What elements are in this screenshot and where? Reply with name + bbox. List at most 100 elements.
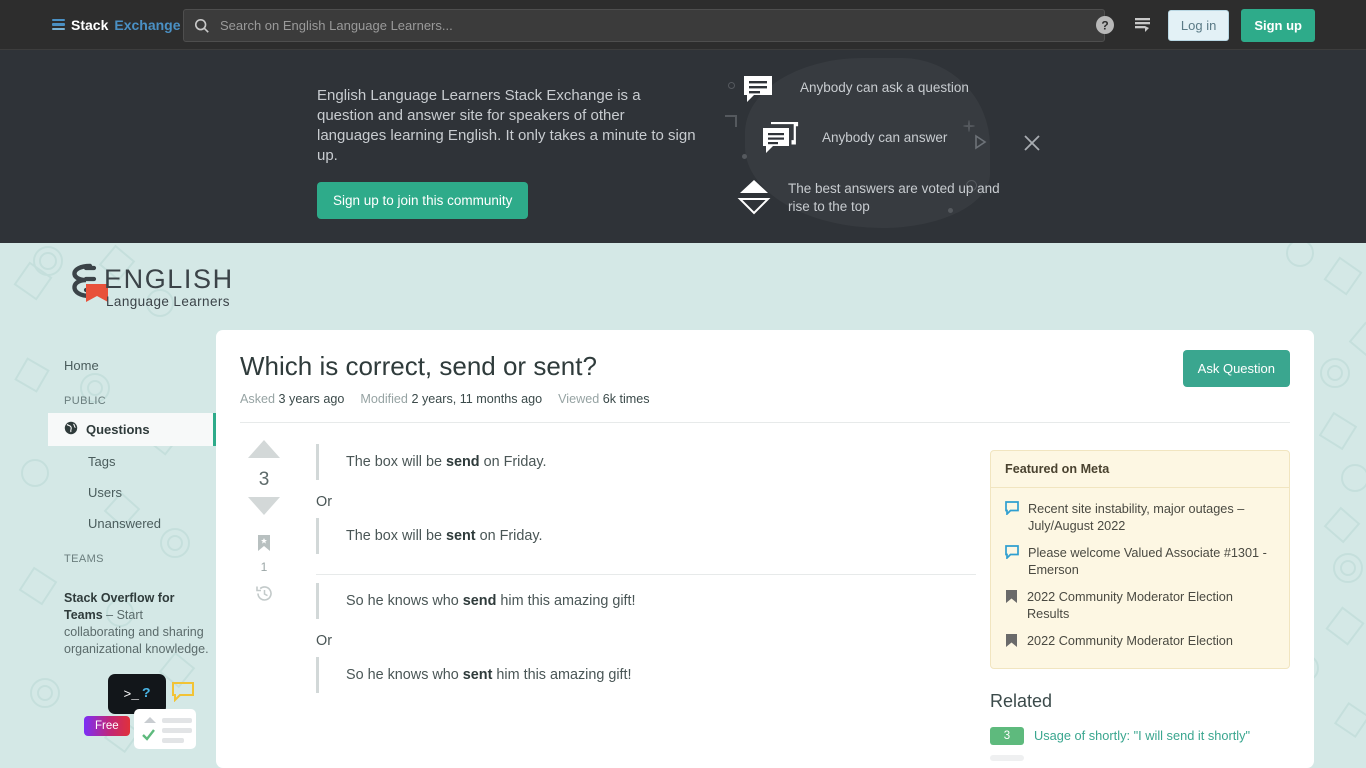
status-badge: 3 [990, 727, 1024, 745]
site-logo[interactable]: ENGLISH Language Learners [56, 258, 232, 320]
sidebar-item-users-label: Users [88, 485, 122, 500]
featured-on-meta-header: Featured on Meta [991, 451, 1289, 488]
terminal-question-glyph: ? [142, 686, 151, 702]
hero-bullet-answer: Anybody can answer [760, 120, 1040, 158]
quote4-bold: sent [462, 667, 493, 683]
meta-modified-label: Modified [360, 392, 408, 406]
body-divider [316, 574, 976, 575]
top-navigation-bar: Stack Exchange ? Log in Sign up [0, 0, 1366, 50]
vote-column: 3 1 [234, 436, 294, 697]
question-meta: Asked 3 years ago Modified 2 years, 11 m… [240, 392, 650, 406]
hero-bullet-ask: Anybody can ask a question [740, 72, 1040, 106]
list-item[interactable] [990, 750, 1290, 766]
upvote-arrow-icon[interactable] [247, 438, 281, 465]
list-item[interactable]: 2022 Community Moderator Election [991, 628, 1289, 658]
logo-exchange-text: Exchange [114, 16, 181, 33]
meta-asked: Asked 3 years ago [240, 392, 344, 406]
sidebar-item-home-label: Home [64, 358, 99, 373]
list-item[interactable]: 2022 Community Moderator Election Result… [991, 584, 1289, 628]
terminal-prompt-glyph: >_ [123, 686, 140, 702]
teams-promo[interactable]: Stack Overflow for Teams – Start collabo… [48, 590, 216, 749]
quote1-pre: The box will be [346, 454, 446, 470]
downvote-arrow-icon[interactable] [247, 495, 281, 522]
list-item[interactable]: Recent site instability, major outages –… [991, 496, 1289, 540]
speech-bubble-outline-icon [1005, 501, 1019, 520]
list-item[interactable]: Please welcome Valued Associate #1301 - … [991, 540, 1289, 584]
free-badge: Free [84, 716, 130, 736]
status-badge [990, 755, 1024, 761]
quote3-post: him this amazing gift! [496, 593, 636, 609]
svg-text:Language Learners: Language Learners [106, 294, 230, 309]
meta-modified: Modified 2 years, 11 months ago [360, 392, 542, 406]
logo-stack-text: Stack [71, 16, 109, 33]
bookmark-icon[interactable] [257, 534, 271, 557]
meta-viewed-value: 6k times [602, 392, 650, 406]
teams-promo-text: Stack Overflow for Teams – Start collabo… [64, 590, 216, 658]
vote-arrows-icon [732, 176, 776, 218]
quote4-pre: So he knows who [346, 667, 463, 683]
globe-icon [64, 421, 78, 438]
meta-asked-value: 3 years ago [278, 392, 345, 406]
list-item-label: Recent site instability, major outages –… [1028, 502, 1245, 533]
sidebar-section-teams: TEAMS [64, 553, 104, 565]
hero-corner-decoration [725, 115, 737, 127]
featured-on-meta-panel: Featured on Meta Recent site instability… [990, 450, 1290, 669]
signup-button[interactable]: Sign up [1241, 8, 1315, 42]
login-button[interactable]: Log in [1167, 9, 1230, 41]
sidebar-item-tags[interactable]: Tags [48, 446, 216, 477]
list-item-label: 2022 Community Moderator Election [1027, 634, 1233, 648]
search-bar[interactable] [183, 9, 1105, 42]
vote-score: 3 [258, 469, 270, 490]
close-icon[interactable] [1022, 133, 1042, 158]
quote1-post: on Friday. [479, 454, 547, 470]
terminal-card-icon: >_ ? [108, 674, 166, 714]
hero-bullet-list: Anybody can ask a question Anybody can a… [737, 72, 1040, 230]
right-sidebar: Featured on Meta Recent site instability… [990, 450, 1290, 766]
meta-viewed-label: Viewed [558, 392, 600, 406]
quote1-bold: send [445, 454, 480, 470]
hero-signup-button[interactable]: Sign up to join this community [317, 182, 529, 219]
svg-text:?: ? [1101, 19, 1108, 33]
sidebar-item-questions-label: Questions [86, 422, 150, 437]
sidebar-item-users[interactable]: Users [48, 477, 216, 508]
sidebar-item-unanswered-label: Unanswered [88, 516, 161, 531]
hero-bullet-ask-label: Anybody can ask a question [800, 80, 969, 95]
featured-on-meta-list: Recent site instability, major outages –… [991, 488, 1289, 668]
help-circle-icon[interactable]: ? [1092, 12, 1118, 38]
question-content-card: Which is correct, send or sent? Ask Ques… [216, 330, 1314, 768]
stack-exchange-logo[interactable]: Stack Exchange [52, 17, 181, 33]
quote3-pre: So he knows who [346, 593, 463, 609]
bookmark-filled-icon [1005, 589, 1018, 609]
ask-question-button[interactable]: Ask Question [1182, 350, 1290, 387]
meta-asked-label: Asked [240, 392, 276, 406]
quote2-post: on Friday. [475, 528, 543, 544]
quote3-bold: send [462, 593, 497, 609]
stack-icon [52, 18, 65, 31]
hero-bullet-votes: The best answers are voted up and rise t… [732, 176, 1040, 218]
bookmark-filled-icon [1005, 633, 1018, 653]
speech-bubbles-icon [760, 120, 800, 158]
page-title: Which is correct, send or sent? [240, 351, 597, 381]
sidebar-item-home[interactable]: Home [48, 350, 216, 381]
speech-bubble-icon [740, 72, 776, 106]
hero-bullet-votes-label: The best answers are voted up and rise t… [788, 181, 1000, 214]
sidebar-item-unanswered[interactable]: Unanswered [48, 508, 216, 539]
svg-text:ENGLISH: ENGLISH [104, 264, 231, 294]
play-triangle-icon[interactable] [972, 134, 988, 155]
list-item-label[interactable]: Usage of shortly: "I will send it shortl… [1034, 727, 1250, 744]
answer-card-icon [134, 709, 196, 749]
hero-dot-decoration [728, 82, 735, 89]
header-divider [240, 422, 1290, 423]
history-icon[interactable] [255, 584, 274, 608]
sidebar-section-public: PUBLIC [64, 395, 107, 407]
sidebar-item-questions[interactable]: Questions [48, 413, 216, 446]
sidebar-item-tags-label: Tags [88, 454, 116, 469]
hero-bullet-answer-label: Anybody can answer [822, 130, 948, 145]
search-input[interactable] [210, 18, 1104, 33]
inbox-icon[interactable] [1130, 12, 1156, 38]
bookmark-count: 1 [260, 560, 268, 574]
list-item[interactable]: 3 Usage of shortly: "I will send it shor… [990, 722, 1290, 750]
speech-bubble-outline-icon [1005, 545, 1019, 564]
chat-bubble-yellow-icon [172, 682, 194, 707]
quote2-pre: The box will be [346, 528, 446, 544]
